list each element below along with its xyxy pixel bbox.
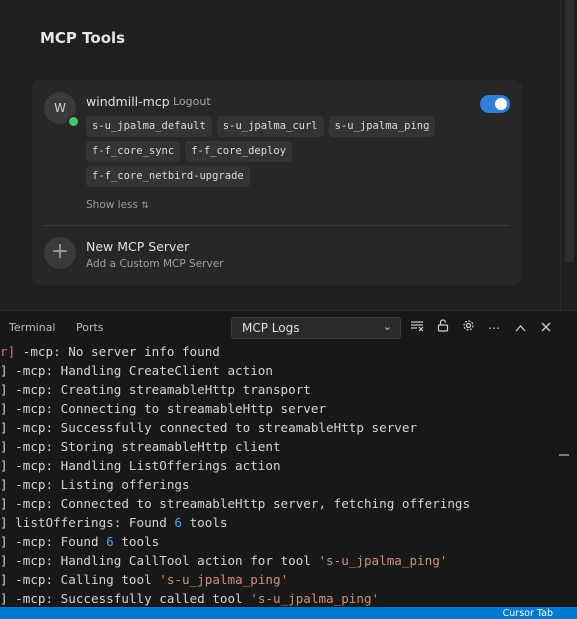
log-line: ] -mcp: Successfully connected to stream…: [0, 418, 417, 437]
log-text: -mcp: Storing streamableHttp client: [7, 439, 281, 454]
bottom-panel: Terminal Ports MCP Logs ⌄ ⋯ r] -mcp: No …: [0, 310, 577, 608]
toggle-knob: [495, 98, 507, 110]
chevron-down-icon: ⌄: [382, 320, 392, 333]
server-name: windmill-mcp: [86, 94, 170, 109]
log-text: -mcp: No server info found: [15, 344, 220, 359]
maximize-panel-icon[interactable]: [511, 319, 529, 337]
status-bar: Cursor Tab: [0, 607, 577, 619]
log-text: -mcp: Creating streamableHttp transport: [7, 382, 311, 397]
log-line: ] -mcp: Listing offerings: [0, 475, 190, 494]
log-prefix: r]: [0, 344, 16, 359]
log-line: ] listOfferings: Found 6 tools: [0, 513, 228, 532]
log-text: -mcp: Listing offerings: [7, 477, 190, 492]
log-line: ] -mcp: Handling CreateClient action: [0, 361, 273, 380]
log-prefix: ]: [0, 477, 8, 492]
chevron-up-down-icon: ⇅: [141, 201, 149, 211]
log-prefix: ]: [0, 496, 8, 511]
log-text: tools: [182, 515, 228, 530]
log-prefix: ]: [0, 553, 8, 568]
log-prefix: ]: [0, 439, 8, 454]
log-line: ] -mcp: Handling CallTool action for too…: [0, 551, 447, 570]
status-cursor-tab[interactable]: Cursor Tab: [503, 608, 553, 619]
mcp-settings-area: MCP Tools W windmill-mcp Logout s-u_jpal…: [0, 0, 560, 310]
gear-icon[interactable]: [459, 319, 477, 337]
close-icon[interactable]: [537, 319, 555, 337]
tab-ports[interactable]: Ports: [76, 321, 104, 334]
server-enable-toggle[interactable]: [480, 95, 510, 113]
output-channel-select[interactable]: MCP Logs ⌄: [231, 317, 401, 339]
tab-terminal[interactable]: Terminal: [9, 321, 56, 334]
new-server-title[interactable]: New MCP Server: [86, 239, 189, 254]
log-prefix: ]: [0, 420, 8, 435]
scrollbar-thumb[interactable]: [565, 0, 574, 262]
tool-chip[interactable]: s-u_jpalma_default: [86, 116, 212, 137]
log-scrollbar[interactable]: [557, 344, 571, 464]
log-line: ] -mcp: Calling tool 's-u_jpalma_ping': [0, 570, 288, 589]
status-online-icon: [67, 115, 80, 128]
log-prefix: ]: [0, 458, 8, 473]
new-server-subtitle: Add a Custom MCP Server: [86, 258, 224, 270]
log-line: r] -mcp: No server info found: [0, 344, 220, 361]
page-title: MCP Tools: [40, 29, 126, 47]
output-channel-label: MCP Logs: [242, 321, 300, 335]
lock-scroll-icon[interactable]: [434, 319, 452, 337]
plus-icon[interactable]: +: [44, 237, 76, 269]
log-text: -mcp: Calling tool: [7, 572, 160, 587]
tool-chip[interactable]: f-f_core_netbird-upgrade: [86, 166, 250, 187]
log-line: ] -mcp: Creating streamableHttp transpor…: [0, 380, 311, 399]
log-prefix: ]: [0, 572, 8, 587]
show-less-button[interactable]: Show less ⇅: [86, 199, 149, 211]
log-prefix: ]: [0, 591, 8, 606]
log-text: -mcp: Handling ListOfferings action: [7, 458, 281, 473]
log-text: -mcp: Handling CreateClient action: [7, 363, 273, 378]
log-prefix: ]: [0, 363, 8, 378]
clear-output-icon[interactable]: [408, 319, 426, 337]
log-prefix: ]: [0, 534, 8, 549]
log-line: ] -mcp: Connecting to streamableHttp ser…: [0, 399, 326, 418]
logout-link[interactable]: Logout: [173, 95, 211, 108]
log-str: 's-u_jpalma_ping': [159, 572, 289, 587]
log-prefix: ]: [0, 401, 8, 416]
log-text: -mcp: Successfully called tool: [7, 591, 251, 606]
log-str: 's-u_jpalma_ping': [318, 553, 448, 568]
log-line: ] -mcp: Connected to streamableHttp serv…: [0, 494, 470, 513]
log-num: 6: [174, 515, 182, 530]
tool-chip[interactable]: s-u_jpalma_ping: [328, 116, 436, 137]
log-line: ] -mcp: Handling ListOfferings action: [0, 456, 281, 475]
more-icon[interactable]: ⋯: [485, 319, 503, 337]
log-num: 6: [106, 534, 114, 549]
log-str: 's-u_jpalma_ping': [250, 591, 380, 606]
tool-chip[interactable]: s-u_jpalma_curl: [216, 116, 324, 137]
log-text: -mcp: Handling CallTool action for tool: [7, 553, 319, 568]
log-line: ] -mcp: Storing streamableHttp client: [0, 437, 281, 456]
log-text: -mcp: Successfully connected to streamab…: [7, 420, 418, 435]
settings-scrollbar[interactable]: [560, 0, 577, 310]
divider: [44, 225, 510, 226]
scroll-position-marker: [559, 454, 569, 456]
log-prefix: ]: [0, 515, 8, 530]
log-text: -mcp: Connecting to streamableHttp serve…: [7, 401, 327, 416]
mcp-server-card: W windmill-mcp Logout s-u_jpalma_default…: [32, 80, 522, 285]
log-text: tools: [113, 534, 160, 549]
show-less-label: Show less: [86, 199, 138, 211]
log-text: -mcp: Connected to streamableHttp server…: [7, 496, 471, 511]
panel-header: Terminal Ports MCP Logs ⌄ ⋯: [0, 311, 577, 344]
output-log[interactable]: r] -mcp: No server info found] -mcp: Han…: [0, 344, 577, 608]
log-line: ] -mcp: Found 6 tools: [0, 532, 159, 551]
tool-chip[interactable]: f-f_core_deploy: [185, 141, 293, 162]
tool-chip[interactable]: f-f_core_sync: [86, 141, 181, 162]
log-line: ] -mcp: Successfully called tool 's-u_jp…: [0, 589, 379, 608]
log-text: listOfferings: Found: [7, 515, 175, 530]
log-prefix: ]: [0, 382, 8, 397]
tool-list: s-u_jpalma_default s-u_jpalma_curl s-u_j…: [86, 116, 446, 187]
log-text: -mcp: Found: [7, 534, 107, 549]
